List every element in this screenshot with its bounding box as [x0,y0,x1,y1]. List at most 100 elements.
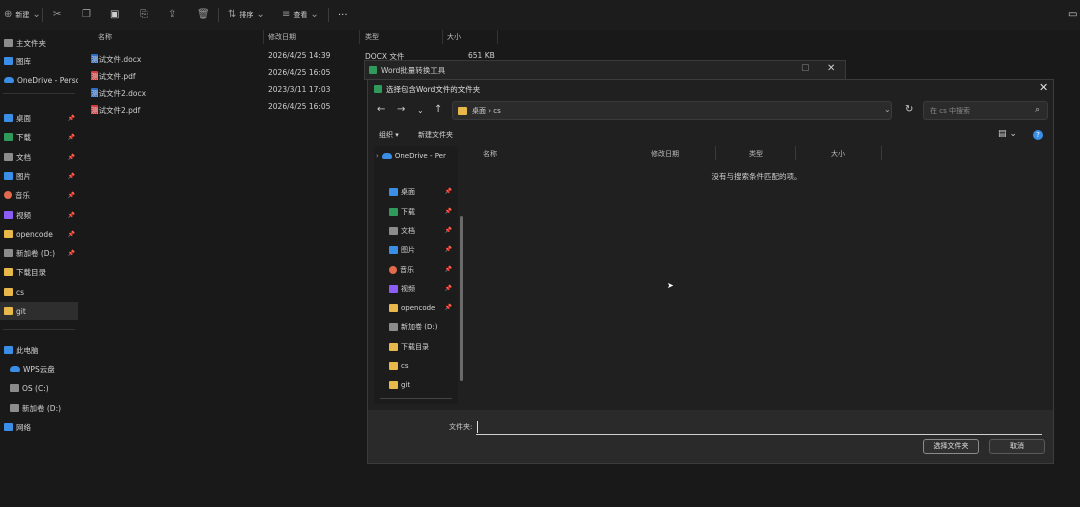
dialog-navigation-pane: › OneDrive - Per 桌面 📌 下载 📌 文档 📌 图片 📌 音乐 📌 视频 📌 … [374,146,463,404]
drive-icon [389,322,398,331]
column-divider[interactable] [881,146,882,160]
minimize-button[interactable]: ▢ [801,63,810,73]
folder-input[interactable] [476,419,1042,435]
column-divider[interactable] [497,30,498,44]
nav-scrollbar[interactable] [460,216,463,381]
sidebar-item-videos[interactable]: 视频 📌 [0,206,78,224]
nav-item-desktop[interactable]: 桌面 📌 [374,183,458,200]
breadcrumb[interactable]: 桌面 › cs [472,106,501,116]
details-pane-button[interactable]: ▭ [1068,9,1077,21]
rename-button[interactable]: ⎘ [140,9,148,21]
pin-icon: 📌 [67,133,75,141]
column-header-date[interactable]: 修改日期 [268,32,296,46]
sidebar-item-cs[interactable]: cs [0,283,78,301]
nav-item-opencode[interactable]: opencode 📌 [374,299,458,316]
column-divider[interactable] [263,30,264,44]
sidebar-item-gallery[interactable]: 图库 [0,52,78,70]
pin-icon: 📌 [444,266,452,273]
copy-button[interactable]: ❐ [82,9,91,21]
address-bar[interactable]: 桌面 › cs ⌄ [452,101,892,120]
cancel-button[interactable]: 取消 [989,439,1045,454]
sidebar-item-drive-d[interactable]: 新加卷 (D:) 📌 [0,244,78,262]
column-header-size[interactable]: 大小 [831,149,845,159]
sidebar-item-documents[interactable]: 文档 📌 [0,148,78,166]
folder-picker-dialog: 选择包含Word文件的文件夹 ✕ ← → ⌄ ↑ 桌面 › cs ⌄ ↻ 在 c… [367,79,1054,464]
sidebar-item-git[interactable]: git [0,302,78,320]
folder-icon [389,303,398,312]
sidebar-item-music[interactable]: 音乐 📌 [0,186,78,204]
nav-item-onedrive[interactable]: › OneDrive - Per [374,147,458,164]
column-divider[interactable] [715,146,716,160]
column-header-date[interactable]: 修改日期 [651,149,679,159]
sidebar-item-desktop[interactable]: 桌面 📌 [0,109,78,127]
sidebar-item-download-dir[interactable]: 下载目录 [0,263,78,281]
help-icon[interactable]: ? [1033,130,1043,140]
forward-arrow-icon[interactable]: → [397,104,405,115]
trash-icon: 🗑 [197,9,210,20]
toolbar-divider [218,8,219,22]
word-converter-window[interactable]: Word批量转换工具 ▢ ✕ [364,60,846,80]
sidebar-item-drive-c[interactable]: OS (C:) [0,379,78,397]
back-arrow-icon[interactable]: ← [377,104,385,115]
up-arrow-icon[interactable]: ↑ [434,104,442,115]
column-header-type[interactable]: 类型 [365,32,379,46]
sort-button[interactable]: ⇅ 排序 ⌄ [228,9,265,21]
close-button[interactable]: ✕ [1039,81,1048,94]
new-folder-button[interactable]: 新建文件夹 [418,130,453,140]
pin-icon: 📌 [67,114,75,122]
column-divider[interactable] [359,30,360,44]
pin-icon: 📌 [67,249,75,257]
sidebar-item-pictures[interactable]: 图片 📌 [0,167,78,185]
dialog-title: 选择包含Word文件的文件夹 [386,85,481,94]
delete-button[interactable]: 🗑 [197,9,210,21]
pin-icon: 📌 [67,230,75,238]
view-options-icon[interactable]: ▤ ⌄ [998,129,1017,139]
sidebar-item-network[interactable]: 网络 [0,418,78,436]
sidebar-item-wps-cloud[interactable]: WPS云盘 [0,360,78,378]
column-header-size[interactable]: 大小 [447,32,461,46]
sidebar-item-onedrive[interactable]: OneDrive - Person [0,71,78,89]
view-button[interactable]: ≡ 查看 ⌄ [282,9,319,21]
column-divider[interactable] [442,30,443,44]
sidebar-item-drive-d2[interactable]: 新加卷 (D:) [0,399,78,417]
nav-item-documents[interactable]: 文档 📌 [374,222,458,239]
column-header-name[interactable]: 名称 [483,149,497,159]
select-folder-button[interactable]: 选择文件夹 [923,439,979,454]
sidebar-item-this-pc[interactable]: 此电脑 [0,341,78,359]
close-button[interactable]: ✕ [827,63,835,74]
rename-icon: ⎘ [140,9,148,20]
paste-button[interactable]: ▣ [110,9,119,21]
recent-chevron-icon[interactable]: ⌄ [417,106,424,115]
desktop-icon [389,187,398,196]
nav-item-music[interactable]: 音乐 📌 [374,261,458,278]
column-header-name[interactable]: 名称 [98,32,112,46]
chevron-right-icon[interactable]: › [376,152,379,160]
chevron-down-icon[interactable]: ⌄ [884,105,891,114]
chevron-down-icon: ⌄ [310,9,319,20]
text-caret [477,421,478,433]
nav-item-drive-d[interactable]: 新加卷 (D:) [374,318,458,335]
sidebar-item-opencode[interactable]: opencode 📌 [0,225,78,243]
more-button[interactable]: ··· [338,9,348,21]
nav-item-git[interactable]: git [374,376,458,393]
nav-item-downloads[interactable]: 下载 📌 [374,203,458,220]
column-divider[interactable] [795,146,796,160]
organize-button[interactable]: 组织 ▾ [379,130,399,140]
nav-item-videos[interactable]: 视频 📌 [374,280,458,297]
toolbar-divider [328,8,329,22]
new-button[interactable]: ⊕ 新建 ⌄ [4,9,41,21]
nav-item-cs[interactable]: cs [374,357,458,374]
cut-button[interactable]: ✂ [53,9,61,21]
column-header-type[interactable]: 类型 [749,149,763,159]
search-input[interactable]: 在 cs 中搜索 ⌕ [923,101,1048,120]
sort-icon: ⇅ [228,9,237,20]
sidebar-item-home[interactable]: 主文件夹 [0,34,78,52]
chevron-down-icon: ⌄ [256,9,265,20]
nav-item-download-dir[interactable]: 下载目录 [374,338,458,355]
refresh-icon[interactable]: ↻ [905,104,913,115]
sidebar-item-downloads[interactable]: 下载 📌 [0,128,78,146]
scissors-icon: ✂ [53,9,62,20]
explorer-sidebar: 主文件夹 图库 OneDrive - Person 桌面📌 下载📌 文档📌 图片… [0,30,78,507]
share-button[interactable]: ⇪ [168,9,176,21]
nav-item-pictures[interactable]: 图片 📌 [374,241,458,258]
